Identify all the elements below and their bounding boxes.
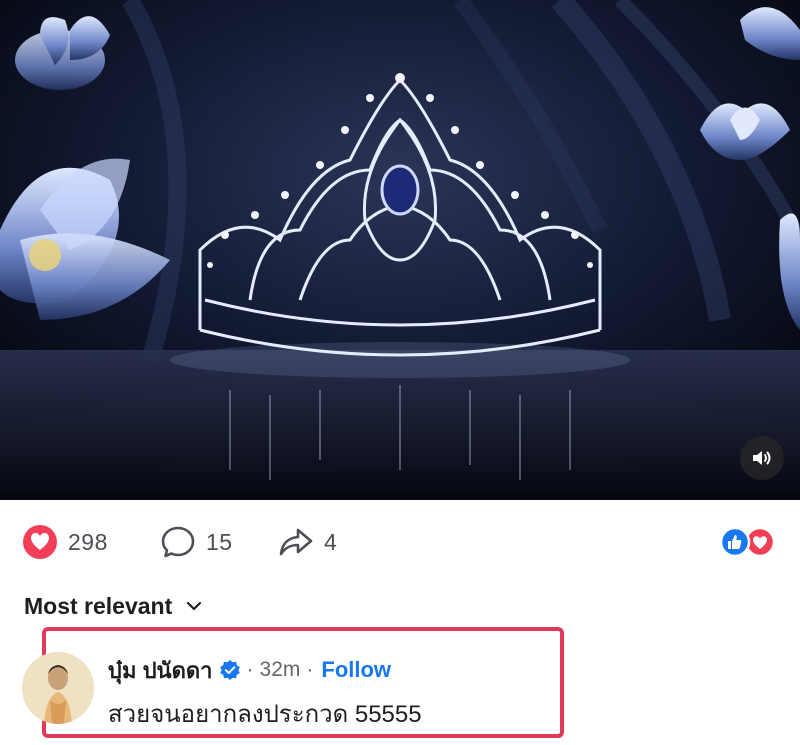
share-arrow-icon <box>279 528 313 556</box>
shares-count: 4 <box>324 528 338 555</box>
comment-header: บุ๋ม ปนัดดา · 32m · Follow <box>108 655 391 685</box>
reactions-button[interactable]: 298 <box>22 524 108 560</box>
comment-separator-2: · <box>306 658 314 681</box>
post-action-bar: 298 15 4 <box>0 500 800 584</box>
crown-image <box>0 0 800 500</box>
comment-separator: · <box>246 658 254 681</box>
speaker-icon <box>753 451 771 465</box>
reaction-summary[interactable] <box>718 526 778 558</box>
comment-sort-dropdown[interactable]: Most relevant <box>24 590 206 622</box>
reactions-count: 298 <box>68 528 108 555</box>
comment-author[interactable]: บุ๋ม ปนัดดา <box>108 653 213 688</box>
comments-count: 15 <box>206 528 233 555</box>
comment-bubble-icon <box>161 526 195 558</box>
reaction-icons <box>719 526 776 558</box>
chevron-down-icon <box>187 601 202 611</box>
follow-button[interactable]: Follow <box>321 657 391 683</box>
avatar-image <box>22 652 94 724</box>
share-button[interactable]: 4 <box>278 524 337 560</box>
love-icon <box>23 525 57 559</box>
verified-badge-icon <box>219 660 240 680</box>
sound-toggle-button[interactable] <box>740 436 784 480</box>
post-video[interactable] <box>0 0 800 500</box>
comment-text: สวยจนอยากลงประกวด 55555 <box>108 701 422 728</box>
comment-sort-label: Most relevant <box>24 592 173 619</box>
commenter-avatar[interactable] <box>22 652 94 724</box>
comment-button[interactable]: 15 <box>160 524 233 560</box>
comment-timestamp[interactable]: 32m <box>260 658 301 682</box>
